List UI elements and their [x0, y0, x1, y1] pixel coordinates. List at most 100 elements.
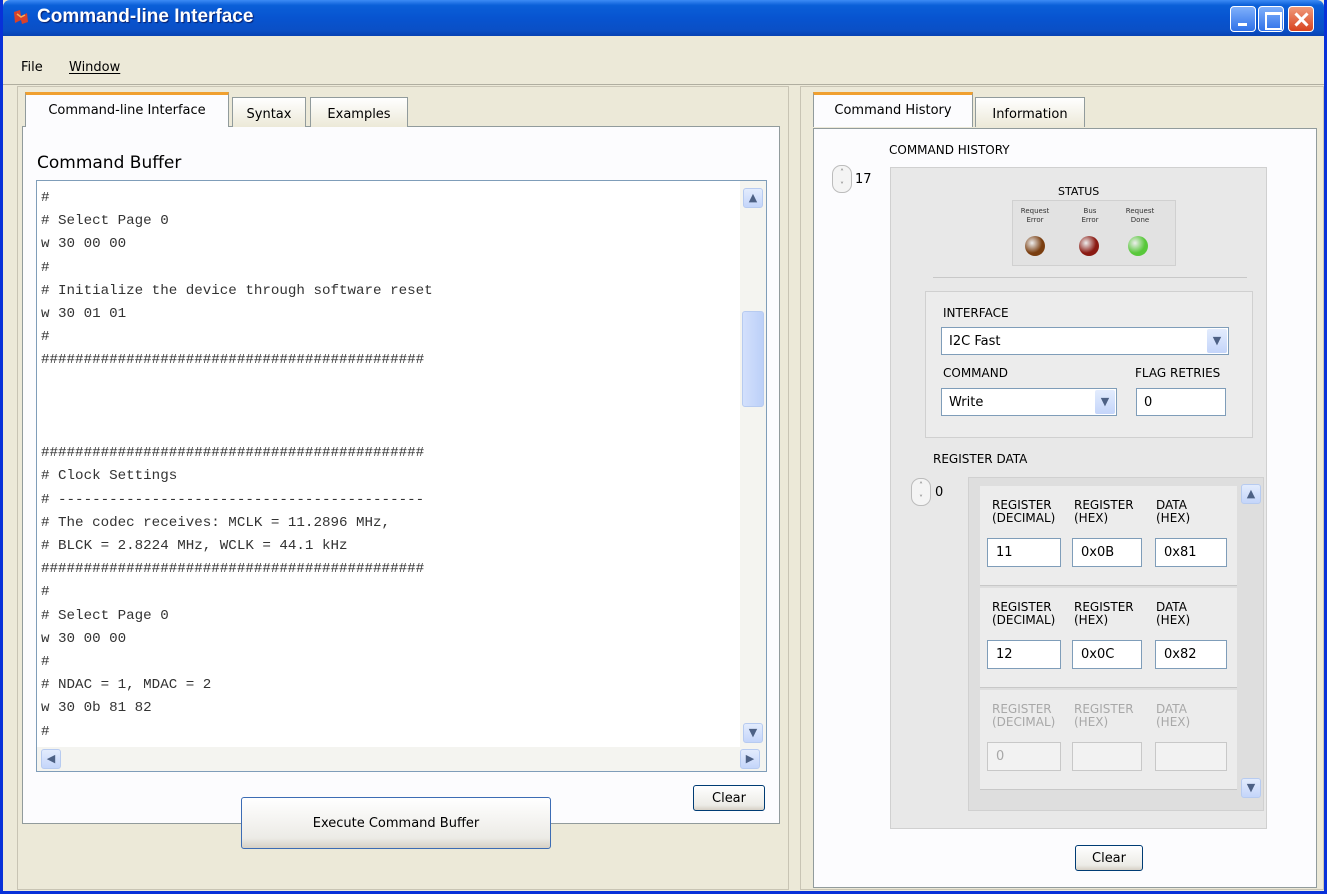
tab-syntax-label: Syntax	[246, 107, 292, 122]
history-index-spinner[interactable]: ˄ ˅	[832, 165, 852, 193]
request-done-label: Request Done	[1121, 207, 1159, 225]
menu-window[interactable]: Window	[69, 60, 120, 75]
window-title: Command-line Interface	[37, 6, 254, 27]
command-buffer-line: #	[41, 584, 50, 601]
clear-history-label: Clear	[1092, 851, 1126, 866]
col-data-hex: DATA (HEX)	[1156, 702, 1191, 729]
command-buffer-text[interactable]: # # Select Page 0 w 30 00 00 # # Initialize …	[41, 187, 736, 743]
bus-error-label: Bus Error	[1071, 207, 1109, 225]
command-buffer-line: #	[41, 190, 50, 206]
col-register-decimal: REGISTER (DECIMAL)	[992, 600, 1056, 627]
tab-command-line-interface[interactable]: Command-line Interface	[25, 92, 229, 127]
menu-file[interactable]: File	[21, 60, 43, 75]
command-buffer-line: ########################################…	[41, 445, 425, 462]
command-buffer-title: Command Buffer	[37, 153, 182, 173]
col-data-hex: DATA (HEX)	[1156, 498, 1191, 525]
command-dropdown-icon[interactable]: ▼	[1095, 390, 1115, 414]
clear-buffer-label: Clear	[712, 791, 746, 806]
tab-command-history-label: Command History	[834, 103, 952, 118]
flag-retries-field[interactable]: 0	[1136, 388, 1226, 416]
interface-label: INTERFACE	[943, 306, 1009, 320]
command-buffer-line: # BLCK = 2.8224 MHz, WCLK = 44.1 kHz	[41, 538, 348, 555]
scroll-up-button[interactable]: ▲	[743, 188, 763, 208]
scroll-right-button[interactable]: ▶	[740, 749, 760, 769]
col-register-hex: REGISTER (HEX)	[1074, 600, 1134, 627]
command-select[interactable]: Write ▼	[941, 388, 1117, 416]
command-buffer-line: # --------------------------------------…	[41, 491, 425, 508]
close-button[interactable]	[1288, 6, 1314, 32]
interface-dropdown-icon[interactable]: ▼	[1207, 329, 1227, 353]
tab-information[interactable]: Information	[975, 97, 1085, 127]
register-scroll-up-button[interactable]: ▲	[1241, 484, 1261, 504]
minimize-button[interactable]	[1230, 6, 1256, 32]
status-title: STATUS	[1058, 185, 1100, 198]
tab-command-line-interface-label: Command-line Interface	[48, 103, 206, 118]
command-buffer-line	[41, 419, 736, 442]
command-buffer-line	[41, 396, 736, 419]
title-bar[interactable]: Command-line Interface	[3, 0, 1324, 36]
scroll-down-button[interactable]: ▼	[743, 723, 763, 743]
col-register-decimal: REGISTER (DECIMAL)	[992, 702, 1056, 729]
command-buffer-line: w 30 0b 81 82	[41, 700, 152, 717]
clear-history-button[interactable]: Clear	[1075, 845, 1143, 871]
tab-information-label: Information	[992, 107, 1068, 122]
menu-divider	[3, 84, 1324, 85]
register-decimal-field[interactable]: 11	[987, 538, 1061, 567]
bus-error-label-line2: Error	[1081, 216, 1099, 224]
interface-select[interactable]: I2C Fast ▼	[941, 327, 1229, 355]
menu-bar: File Window	[3, 56, 1324, 82]
clear-buffer-button[interactable]: Clear	[693, 785, 765, 811]
command-buffer-line: # Initialize the device through software…	[41, 282, 433, 299]
command-buffer-line: w 30 00 00	[41, 630, 127, 647]
command-buffer-line: w 30 01 01	[41, 306, 127, 323]
bus-error-led	[1079, 236, 1099, 256]
command-buffer-line: # The codec receives: MCLK = 11.2896 MHz…	[41, 514, 391, 531]
command-buffer-line: # Clock Settings	[41, 468, 178, 485]
tab-examples[interactable]: Examples	[310, 97, 408, 127]
command-history-title: COMMAND HISTORY	[889, 143, 1010, 157]
command-buffer-line	[41, 373, 736, 396]
vertical-scrollbar[interactable]: ▲ ▼	[740, 181, 766, 747]
command-buffer-line: # NDAC = 1, MDAC = 2	[41, 677, 212, 694]
bus-error-label-line1: Bus	[1083, 207, 1097, 215]
command-buffer-line: w 30 00 00	[41, 236, 127, 253]
register-index-spinner[interactable]: ˄ ˅	[911, 478, 931, 506]
app-logo-icon	[14, 10, 28, 24]
tab-syntax[interactable]: Syntax	[232, 97, 306, 127]
command-select-value: Write	[949, 395, 984, 410]
flag-retries-label: FLAG RETRIES	[1135, 366, 1221, 380]
execute-command-buffer-button[interactable]: Execute Command Buffer	[241, 797, 551, 849]
command-buffer-textarea[interactable]: # # Select Page 0 w 30 00 00 # # Initialize …	[36, 180, 767, 772]
data-hex-field[interactable]: 0x81	[1155, 538, 1227, 567]
register-hex-field[interactable]: 0x0C	[1072, 640, 1142, 669]
command-buffer-line: # Select Page 0	[41, 213, 169, 230]
register-hex-field	[1072, 742, 1142, 771]
register-decimal-field[interactable]: 12	[987, 640, 1061, 669]
vertical-scroll-thumb[interactable]	[742, 311, 764, 407]
maximize-button[interactable]	[1258, 6, 1284, 32]
register-decimal-field: 0	[987, 742, 1061, 771]
command-buffer-line: #	[41, 259, 50, 276]
flag-retries-value: 0	[1144, 395, 1153, 410]
command-buffer-line: # Select Page 0	[41, 607, 169, 624]
register-hex-field[interactable]: 0x0B	[1072, 538, 1142, 567]
app-window: Command-line Interface File Window Comma…	[0, 0, 1327, 894]
scroll-left-button[interactable]: ◀	[41, 749, 61, 769]
command-buffer-line: ########################################…	[41, 352, 425, 369]
col-register-hex: REGISTER (HEX)	[1074, 498, 1134, 525]
register-scroll-down-button[interactable]: ▼	[1241, 778, 1261, 798]
data-hex-field[interactable]: 0x82	[1155, 640, 1227, 669]
col-register-decimal: REGISTER (DECIMAL)	[992, 498, 1056, 525]
request-error-label: Request Error	[1016, 207, 1054, 225]
history-index-value[interactable]: 17	[855, 172, 872, 187]
request-done-label-line2: Done	[1130, 216, 1150, 224]
command-buffer-line: #	[41, 723, 50, 740]
execute-command-buffer-label: Execute Command Buffer	[312, 816, 480, 831]
tab-command-history[interactable]: Command History	[813, 92, 973, 127]
request-error-led	[1025, 236, 1045, 256]
request-done-led	[1128, 236, 1148, 256]
data-hex-field	[1155, 742, 1227, 771]
register-index-value[interactable]: 0	[935, 485, 943, 500]
horizontal-scrollbar[interactable]: ◀ ▶	[37, 747, 766, 771]
interface-select-value: I2C Fast	[949, 334, 1001, 349]
